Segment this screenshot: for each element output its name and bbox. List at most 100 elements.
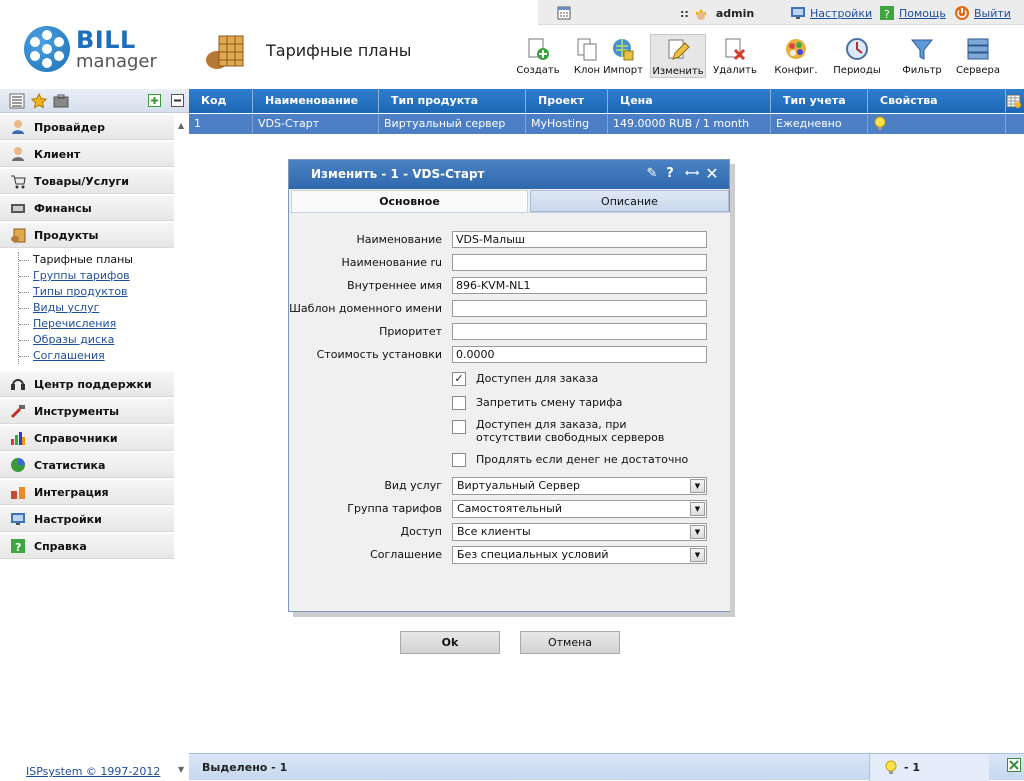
checkbox[interactable] (452, 396, 466, 410)
table-row[interactable]: 1 VDS-Старт Виртуальный сервер MyHosting 149… (189, 114, 1024, 134)
scroll-up-arrow-icon[interactable]: ▲ (178, 121, 184, 130)
pin-icon[interactable]: ✎ (645, 166, 659, 182)
tab-description[interactable]: Описание (530, 190, 729, 212)
toolbar-button-7[interactable]: Фильтр (894, 34, 950, 78)
scroll-down-arrow-icon[interactable]: ▼ (178, 765, 184, 774)
form-row: Наименование ru (290, 254, 730, 272)
checkbox[interactable] (452, 420, 466, 434)
toolbar-button-4[interactable]: Удалить (707, 34, 763, 78)
user-bar: :: admin Настройки ? Помощь Выйти (538, 0, 1024, 25)
select-dropdown[interactable]: Без специальных условий ▼ (452, 546, 707, 564)
select-dropdown[interactable]: Все клиенты ▼ (452, 523, 707, 541)
sidebar-section-client[interactable]: Клиент (0, 142, 174, 167)
text-input[interactable]: 896-KVM-NL1 (452, 277, 707, 294)
text-input[interactable] (452, 323, 707, 340)
checkbox-label[interactable]: Продлять если денег не достаточно (476, 453, 688, 466)
calendar-icon[interactable] (556, 5, 572, 21)
text-input[interactable]: VDS-Малыш (452, 231, 707, 248)
sidebar-section-integration[interactable]: Интеграция (0, 480, 174, 505)
sidebar-subitem[interactable]: Тарифные планы (19, 252, 189, 268)
checkbox[interactable] (452, 453, 466, 467)
copyright-link[interactable]: ISPsystem © 1997-2012 (26, 765, 160, 778)
sidebar-subitem-label[interactable]: Перечисления (33, 317, 116, 330)
sidebar-section-tools[interactable]: Инструменты (0, 399, 174, 424)
dialog-help-icon[interactable]: ? (663, 166, 677, 182)
chevron-down-icon[interactable]: ▼ (690, 479, 705, 493)
sidebar-section-finance[interactable]: Финансы (0, 196, 174, 221)
field-label: Группа тарифов (347, 502, 442, 515)
column-header[interactable]: Цена (608, 89, 771, 113)
help-icon: ? (880, 6, 894, 21)
help-link[interactable]: ? Помощь (879, 5, 946, 21)
select-row: Доступ Все клиенты ▼ (290, 523, 730, 541)
table-cell: MyHosting (526, 114, 608, 134)
list-icon[interactable] (9, 93, 25, 109)
table-settings-icon[interactable] (1006, 93, 1022, 109)
close-icon[interactable]: ✕ (705, 166, 719, 182)
briefcase-icon[interactable] (53, 93, 69, 109)
sidebar-subitem[interactable]: Виды услуг (19, 300, 189, 316)
chevron-down-icon[interactable]: ▼ (690, 502, 705, 516)
column-header[interactable]: Тип продукта (379, 89, 526, 113)
expand-all-icon[interactable] (148, 94, 161, 107)
text-input[interactable]: 0.0000 (452, 346, 707, 363)
select-dropdown[interactable]: Самостоятельный ▼ (452, 500, 707, 518)
checkbox-label[interactable]: Запретить смену тарифа (476, 396, 622, 409)
field-label: Соглашение (370, 548, 442, 561)
column-header[interactable]: Проект (526, 89, 608, 113)
sidebar-section-label: Инструменты (34, 404, 120, 418)
toolbar-button-8[interactable]: Сервера (950, 34, 1006, 78)
sidebar-subitem-label[interactable]: Тарифные планы (33, 253, 133, 266)
sidebar-section-statistics[interactable]: Статистика (0, 453, 174, 478)
checkbox[interactable]: ✓ (452, 372, 466, 386)
products-icon (11, 228, 26, 243)
sidebar-subitem-label[interactable]: Типы продуктов (33, 285, 128, 298)
sidebar-subitem[interactable]: Группы тарифов (19, 268, 189, 284)
ok-button[interactable]: Ok (400, 631, 500, 654)
sidebar-subitem-label[interactable]: Группы тарифов (33, 269, 130, 282)
export-excel-icon[interactable] (1007, 758, 1021, 772)
checkbox-label[interactable]: Доступен для заказа (476, 372, 598, 385)
checkbox-label[interactable]: Доступен для заказа, при отсутствии своб… (476, 418, 686, 444)
toolbar-button-label: Сервера (955, 65, 1000, 76)
sidebar-section-products[interactable]: Продукты (0, 223, 174, 248)
sidebar-sections-top: Провайдер Клиент Товары/Услуги Финансы Проду… (0, 115, 189, 248)
sidebar-section-provider[interactable]: Провайдер (0, 115, 174, 140)
sidebar-section-reference[interactable]: Справочники (0, 426, 174, 451)
sidebar-subitem-label[interactable]: Виды услуг (33, 301, 99, 314)
maximize-icon[interactable]: ⟷ (685, 166, 699, 182)
sidebar-subitem[interactable]: Типы продуктов (19, 284, 189, 300)
sidebar-section-support[interactable]: Центр поддержки (0, 372, 174, 397)
sidebar-section-cart[interactable]: Товары/Услуги (0, 169, 174, 194)
favorites-star-icon[interactable] (31, 93, 47, 109)
sidebar-subitem[interactable]: Перечисления (19, 316, 189, 332)
column-header[interactable]: Свойства (868, 89, 1006, 113)
sidebar-section-settings[interactable]: Настройки (0, 507, 174, 532)
cancel-button[interactable]: Отмена (520, 631, 620, 654)
column-header[interactable]: Наименование (253, 89, 379, 113)
tab-main[interactable]: Основное (291, 190, 528, 212)
text-input[interactable] (452, 254, 707, 271)
logout-link[interactable]: Выйти (954, 5, 1011, 21)
toolbar-button-0[interactable]: Создать (510, 34, 566, 78)
column-header[interactable]: Тип учета (771, 89, 868, 113)
select-dropdown[interactable]: Виртуальный Сервер ▼ (452, 477, 707, 495)
sidebar-section-help[interactable]: ? Справка (0, 534, 174, 559)
toolbar-button-6[interactable]: Периоды (829, 34, 885, 78)
sidebar-subitem-label[interactable]: Образы диска (33, 333, 114, 346)
collapse-all-icon[interactable] (171, 94, 184, 107)
chevron-down-icon[interactable]: ▼ (690, 548, 705, 562)
text-input[interactable] (452, 300, 707, 317)
statistics-icon (11, 458, 25, 472)
select-value: Все клиенты (457, 525, 531, 538)
toolbar-button-3[interactable]: Изменить (650, 34, 706, 78)
svg-text:?: ? (15, 541, 21, 554)
toolbar-button-2[interactable]: Импорт (595, 34, 651, 78)
toolbar-button-5[interactable]: Конфиг. (768, 34, 824, 78)
sidebar-subitem[interactable]: Образы диска (19, 332, 189, 348)
column-header[interactable]: Код (189, 89, 253, 113)
sidebar-subitem[interactable]: Соглашения (19, 348, 189, 364)
settings-link[interactable]: Настройки (790, 5, 872, 21)
sidebar-subitem-label[interactable]: Соглашения (33, 349, 105, 362)
chevron-down-icon[interactable]: ▼ (690, 525, 705, 539)
